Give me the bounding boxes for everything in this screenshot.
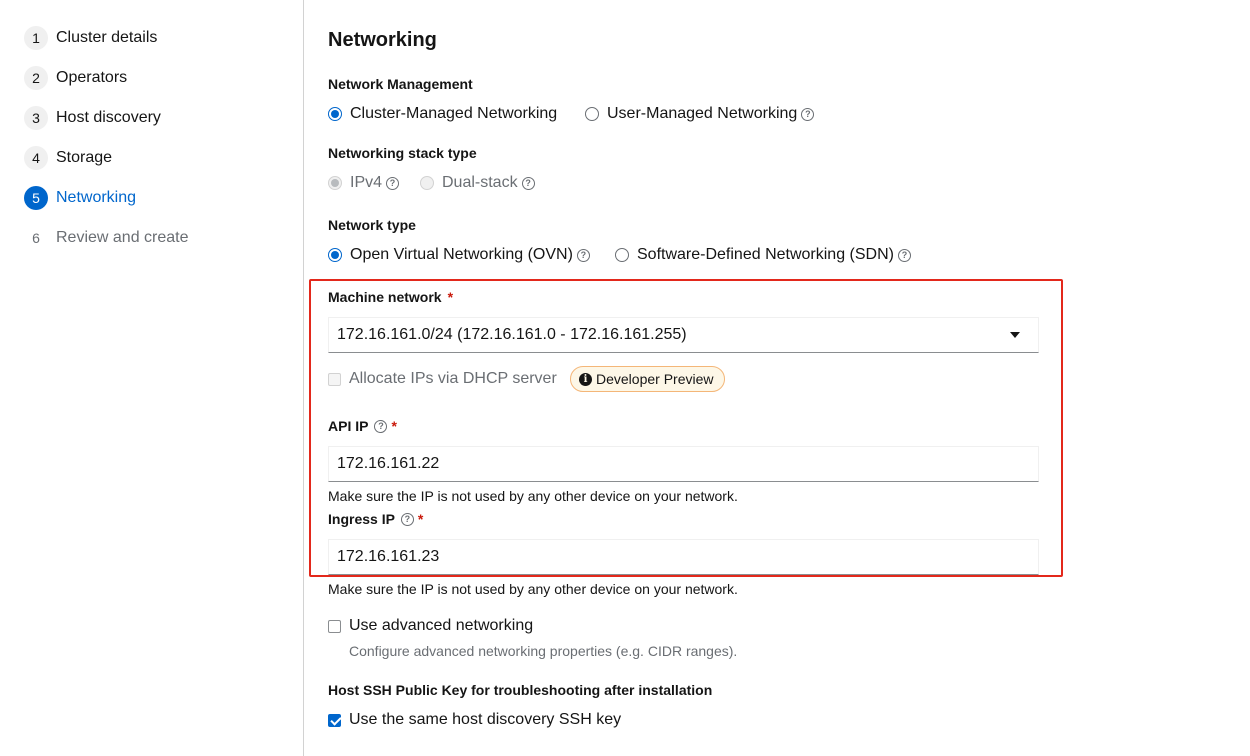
radio-button[interactable] bbox=[328, 107, 342, 121]
dhcp-label: Allocate IPs via DHCP server bbox=[349, 370, 557, 387]
ingress-ip-label: Ingress IP ? * bbox=[328, 511, 423, 527]
stack-type-label: Networking stack type bbox=[328, 145, 477, 161]
help-icon[interactable]: ? bbox=[576, 248, 590, 262]
help-icon[interactable]: ? bbox=[400, 512, 414, 526]
radio-label: Software-Defined Networking (SDN) bbox=[637, 246, 894, 263]
radio-sdn[interactable]: Software-Defined Networking (SDN) ? bbox=[615, 244, 911, 266]
dhcp-checkbox bbox=[328, 372, 341, 386]
ssh-checkbox-label: Use the same host discovery SSH key bbox=[349, 711, 622, 728]
machine-network-label: Machine network * bbox=[328, 289, 453, 305]
wizard-nav: 1 Cluster details 2 Operators 3 Host dis… bbox=[0, 0, 304, 756]
radio-ipv4: IPv4 ? bbox=[328, 172, 400, 194]
ingress-ip-input[interactable]: 172.16.161.23 bbox=[328, 539, 1039, 575]
step-label: Storage bbox=[56, 149, 113, 166]
ssh-checkbox-row[interactable]: Use the same host discovery SSH key bbox=[328, 709, 621, 731]
step-label: Host discovery bbox=[56, 109, 161, 126]
api-ip-value: 172.16.161.22 bbox=[337, 455, 440, 472]
developer-preview-badge: i Developer Preview bbox=[570, 366, 725, 392]
radio-button bbox=[328, 176, 342, 190]
wizard-step-storage[interactable]: 4 Storage bbox=[24, 146, 112, 170]
step-label: Operators bbox=[56, 69, 128, 86]
radio-dual-stack: Dual-stack ? bbox=[420, 172, 535, 194]
advanced-networking-row[interactable]: Use advanced networking bbox=[328, 615, 533, 637]
help-icon[interactable]: ? bbox=[374, 419, 388, 433]
wizard-step-cluster-details[interactable]: 1 Cluster details bbox=[24, 26, 157, 50]
required-mark: * bbox=[391, 418, 397, 434]
help-icon[interactable]: ? bbox=[521, 176, 535, 190]
required-mark: * bbox=[417, 511, 424, 527]
radio-label: IPv4 bbox=[350, 174, 383, 191]
ingress-ip-value: 172.16.161.23 bbox=[337, 548, 440, 565]
radio-cluster-managed[interactable]: Cluster-Managed Networking bbox=[328, 103, 557, 125]
advanced-networking-checkbox[interactable] bbox=[328, 619, 341, 633]
help-icon[interactable]: ? bbox=[801, 107, 815, 121]
radio-user-managed[interactable]: User-Managed Networking ? bbox=[585, 103, 815, 125]
wizard-step-networking[interactable]: 5 Networking bbox=[24, 186, 136, 210]
wizard-step-operators[interactable]: 2 Operators bbox=[24, 66, 127, 90]
ingress-ip-label-text: Ingress IP bbox=[328, 511, 395, 527]
ssh-heading: Host SSH Public Key for troubleshooting … bbox=[328, 682, 713, 698]
machine-network-label-text: Machine network bbox=[328, 289, 442, 305]
wizard-step-host-discovery[interactable]: 3 Host discovery bbox=[24, 106, 161, 130]
ingress-ip-helper-text: Make sure the IP is not used by any othe… bbox=[328, 581, 738, 597]
step-number: 1 bbox=[24, 26, 48, 50]
advanced-networking-label: Use advanced networking bbox=[349, 617, 534, 634]
api-ip-label-text: API IP bbox=[328, 418, 369, 434]
radio-button[interactable] bbox=[328, 248, 342, 262]
step-label: Cluster details bbox=[56, 29, 158, 46]
info-circle-icon: i bbox=[579, 372, 592, 386]
page-title: Networking bbox=[328, 29, 437, 51]
caret-down-icon bbox=[1010, 332, 1020, 338]
dhcp-checkbox-row: Allocate IPs via DHCP server bbox=[328, 368, 557, 390]
radio-label: Dual-stack bbox=[442, 174, 518, 191]
api-ip-helper-text: Make sure the IP is not used by any othe… bbox=[328, 488, 738, 504]
step-number: 5 bbox=[24, 186, 48, 210]
help-icon[interactable]: ? bbox=[386, 176, 400, 190]
radio-label: Open Virtual Networking (OVN) bbox=[350, 246, 573, 263]
badge-label: Developer Preview bbox=[596, 371, 714, 387]
radio-label: Cluster-Managed Networking bbox=[350, 105, 558, 122]
network-type-label: Network type bbox=[328, 217, 416, 233]
step-number: 2 bbox=[24, 66, 48, 90]
radio-button[interactable] bbox=[585, 107, 599, 121]
step-number: 3 bbox=[24, 106, 48, 130]
step-label: Review and create bbox=[56, 229, 189, 246]
api-ip-label: API IP ? * bbox=[328, 418, 397, 434]
radio-ovn[interactable]: Open Virtual Networking (OVN) ? bbox=[328, 244, 590, 266]
step-label: Networking bbox=[56, 189, 137, 206]
network-management-label: Network Management bbox=[328, 76, 473, 92]
step-number: 4 bbox=[24, 146, 48, 170]
step-number: 6 bbox=[32, 230, 40, 246]
machine-network-select[interactable]: 172.16.161.0/24 (172.16.161.0 - 172.16.1… bbox=[328, 317, 1039, 353]
radio-label: User-Managed Networking bbox=[607, 105, 798, 122]
ssh-checkbox[interactable] bbox=[328, 713, 341, 727]
advanced-networking-description: Configure advanced networking properties… bbox=[349, 643, 738, 659]
wizard-step-review-and-create[interactable]: 6 Review and create bbox=[24, 226, 189, 250]
machine-network-value: 172.16.161.0/24 (172.16.161.0 - 172.16.1… bbox=[337, 326, 687, 343]
radio-button[interactable] bbox=[615, 248, 629, 262]
help-icon[interactable]: ? bbox=[897, 248, 911, 262]
api-ip-input[interactable]: 172.16.161.22 bbox=[328, 446, 1039, 482]
radio-button bbox=[420, 176, 434, 190]
required-mark: * bbox=[447, 289, 454, 305]
